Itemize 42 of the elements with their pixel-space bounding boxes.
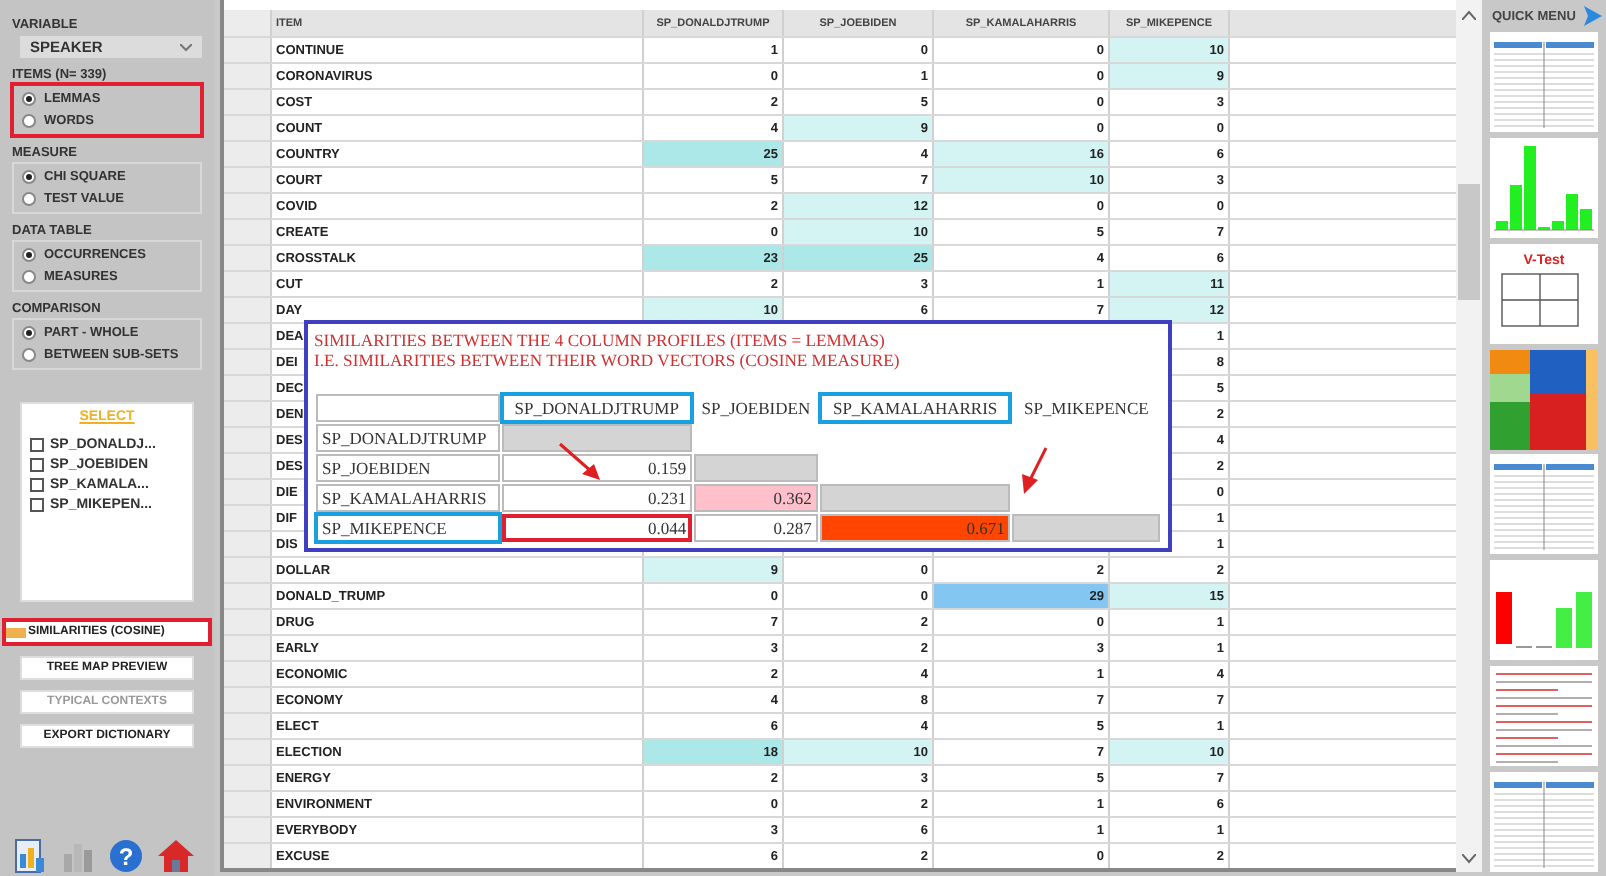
arrow-icon — [1018, 444, 1050, 496]
radio-button[interactable] — [22, 192, 36, 206]
radio-button[interactable] — [22, 114, 36, 128]
checkbox[interactable] — [30, 477, 44, 491]
matrix-row-header: SP_DONALDJTRUMP — [316, 424, 500, 452]
matrix-cell: 0.044 — [501, 514, 693, 542]
chevron-icon — [180, 43, 192, 51]
treemap-thumbnail[interactable] — [1490, 349, 1598, 450]
matrix-cell: 0.287 — [694, 514, 818, 542]
radio-button[interactable] — [22, 348, 36, 362]
matrix-row-header: SP_KAMALAHARRIS — [316, 484, 500, 512]
scroll-up-icon[interactable] — [1462, 10, 1476, 20]
matrix-cell: 0.362 — [694, 484, 818, 512]
matrix-cell: 0.671 — [819, 514, 1011, 542]
radio-button[interactable] — [22, 92, 36, 106]
document-thumbnail[interactable] — [1490, 666, 1598, 767]
matrix-column-header: SP_DONALDJTRUMP — [501, 394, 693, 422]
bar-chart-thumbnail[interactable] — [1490, 560, 1598, 661]
scrollbar[interactable] — [1456, 0, 1482, 872]
report-icon[interactable] — [12, 838, 48, 874]
radio-button[interactable] — [22, 170, 36, 184]
matrix-cell: 0.231 — [501, 484, 693, 512]
home-icon[interactable] — [156, 838, 196, 874]
help-icon[interactable]: ? — [108, 838, 144, 874]
matrix-cell: 0.159 — [501, 454, 693, 482]
matrix-column-header: SP_KAMALAHARRIS — [819, 394, 1011, 422]
bar-chart-thumbnail[interactable] — [1490, 137, 1598, 238]
matrix-row-header: SP_MIKEPENCE — [316, 514, 500, 542]
radio-button[interactable] — [22, 326, 36, 340]
table-thumbnail[interactable] — [1490, 772, 1598, 873]
checkbox[interactable] — [30, 457, 44, 471]
table-thumbnail[interactable] — [1490, 454, 1598, 555]
arrow-icon — [556, 440, 604, 484]
play-icon[interactable] — [1584, 6, 1602, 26]
checkbox[interactable] — [30, 437, 44, 451]
radio-button[interactable] — [22, 270, 36, 284]
checkbox[interactable] — [30, 497, 44, 511]
scroll-thumb[interactable] — [1458, 184, 1480, 300]
radio-button[interactable] — [22, 248, 36, 262]
scroll-down-icon[interactable] — [1462, 854, 1476, 864]
matrix-row-header: SP_JOEBIDEN — [316, 454, 500, 482]
table-thumbnail[interactable] — [1490, 31, 1598, 132]
